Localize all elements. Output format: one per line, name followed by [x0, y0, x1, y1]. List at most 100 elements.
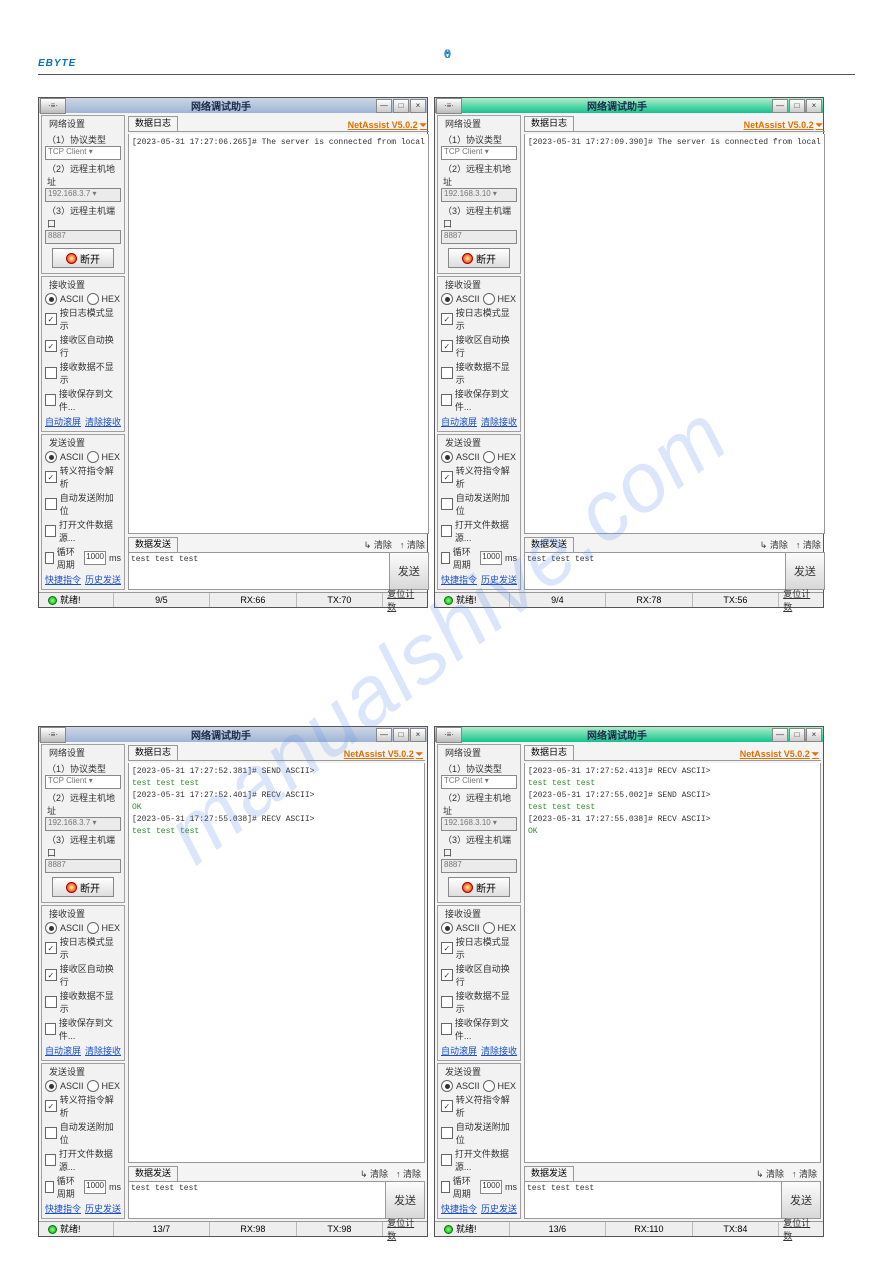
titlebar-menu-icon[interactable]: ·≡·	[436, 98, 462, 114]
version-link[interactable]: NetAssist V5.0.2⏷	[348, 120, 429, 131]
shortcut-link[interactable]: 快捷指令	[45, 573, 81, 586]
hex-radio[interactable]	[483, 922, 495, 934]
clear-send-button[interactable]: ↳ 清除	[356, 1167, 392, 1180]
recv-check[interactable]	[45, 394, 56, 406]
titlebar[interactable]: ·≡·网络调试助手—□×	[39, 98, 427, 113]
clear-recv-link[interactable]: 清除接收	[85, 1044, 121, 1057]
host-input[interactable]: 192.168.3.7 ▾	[45, 188, 121, 202]
ascii-radio[interactable]	[45, 293, 57, 305]
data-log-tab[interactable]: 数据日志	[128, 116, 178, 131]
loop-check[interactable]	[441, 1181, 450, 1193]
version-link[interactable]: NetAssist V5.0.2⏷	[744, 120, 825, 131]
log-area[interactable]: [2023-05-31 17:27:06.265]# The server is…	[128, 134, 429, 534]
loop-interval-input[interactable]: 1000	[480, 551, 502, 565]
loop-check[interactable]	[441, 552, 450, 564]
reset-count-link[interactable]: 复位计数	[383, 1216, 427, 1242]
recv-check[interactable]	[441, 1023, 452, 1035]
titlebar[interactable]: ·≡·网络调试助手—□×	[435, 98, 823, 113]
loop-check[interactable]	[45, 552, 54, 564]
recv-check[interactable]: ✓	[441, 340, 453, 352]
maximize-button[interactable]: □	[789, 99, 805, 113]
data-send-tab[interactable]: 数据发送	[128, 1166, 178, 1181]
log-area[interactable]: [2023-05-31 17:27:09.390]# The server is…	[524, 134, 825, 534]
maximize-button[interactable]: □	[393, 99, 409, 113]
maximize-button[interactable]: □	[789, 728, 805, 742]
disconnect-button[interactable]: 断开	[448, 248, 510, 268]
send-button[interactable]: 发送	[785, 553, 824, 589]
send-check[interactable]: ✓	[45, 1100, 57, 1112]
port-input[interactable]: 8887	[45, 230, 121, 244]
data-send-tab[interactable]: 数据发送	[524, 537, 574, 552]
shortcut-link[interactable]: 快捷指令	[45, 1202, 81, 1215]
maximize-button[interactable]: □	[393, 728, 409, 742]
titlebar-menu-icon[interactable]: ·≡·	[40, 98, 66, 114]
shortcut-link[interactable]: 快捷指令	[441, 1202, 477, 1215]
send-textarea[interactable]: test test test	[525, 1182, 781, 1218]
ascii-radio[interactable]	[45, 451, 57, 463]
send-check[interactable]	[45, 1154, 56, 1166]
recv-check[interactable]	[441, 367, 453, 379]
loop-interval-input[interactable]: 1000	[84, 551, 106, 565]
loop-check[interactable]	[45, 1181, 54, 1193]
log-area[interactable]: [2023-05-31 17:27:52.381]# SEND ASCII>te…	[128, 763, 425, 1163]
hex-radio[interactable]	[483, 451, 495, 463]
port-input[interactable]: 8887	[441, 859, 517, 873]
protocol-select[interactable]: TCP Client ▾	[45, 146, 121, 160]
send-check[interactable]	[441, 1154, 452, 1166]
send-button[interactable]: 发送	[385, 1182, 424, 1218]
close-button[interactable]: ×	[410, 99, 426, 113]
clear-send-button-2[interactable]: ↑ 清除	[396, 538, 429, 551]
data-log-tab[interactable]: 数据日志	[524, 745, 574, 760]
hex-radio[interactable]	[87, 451, 99, 463]
host-input[interactable]: 192.168.3.10 ▾	[441, 817, 517, 831]
clear-send-button[interactable]: ↳ 清除	[360, 538, 396, 551]
clear-recv-link[interactable]: 清除接收	[481, 415, 517, 428]
send-check[interactable]	[441, 1127, 453, 1139]
recv-check[interactable]: ✓	[441, 969, 453, 981]
loop-interval-input[interactable]: 1000	[84, 1180, 106, 1194]
recv-check[interactable]: ✓	[441, 942, 453, 954]
close-button[interactable]: ×	[806, 728, 822, 742]
autoscroll-link[interactable]: 自动滚屏	[45, 1044, 81, 1057]
recv-check[interactable]	[45, 367, 57, 379]
data-send-tab[interactable]: 数据发送	[524, 1166, 574, 1181]
clear-send-button-2[interactable]: ↑ 清除	[792, 538, 825, 551]
history-link[interactable]: 历史发送	[481, 573, 517, 586]
send-check[interactable]: ✓	[441, 471, 453, 483]
recv-check[interactable]: ✓	[45, 340, 57, 352]
clear-send-button[interactable]: ↳ 清除	[756, 538, 792, 551]
send-check[interactable]	[441, 498, 453, 510]
send-button[interactable]: 发送	[781, 1182, 820, 1218]
protocol-select[interactable]: TCP Client ▾	[441, 146, 517, 160]
data-send-tab[interactable]: 数据发送	[128, 537, 178, 552]
send-textarea[interactable]: test test test	[129, 1182, 385, 1218]
reset-count-link[interactable]: 复位计数	[779, 1216, 823, 1242]
ascii-radio[interactable]	[45, 922, 57, 934]
disconnect-button[interactable]: 断开	[52, 248, 114, 268]
ascii-radio[interactable]	[441, 1080, 453, 1092]
autoscroll-link[interactable]: 自动滚屏	[45, 415, 81, 428]
protocol-select[interactable]: TCP Client ▾	[45, 775, 121, 789]
history-link[interactable]: 历史发送	[481, 1202, 517, 1215]
clear-recv-link[interactable]: 清除接收	[481, 1044, 517, 1057]
ascii-radio[interactable]	[45, 1080, 57, 1092]
hex-radio[interactable]	[483, 293, 495, 305]
hex-radio[interactable]	[483, 1080, 495, 1092]
host-input[interactable]: 192.168.3.7 ▾	[45, 817, 121, 831]
data-log-tab[interactable]: 数据日志	[128, 745, 178, 760]
titlebar-menu-icon[interactable]: ·≡·	[436, 727, 462, 743]
minimize-button[interactable]: —	[376, 99, 392, 113]
titlebar[interactable]: ·≡·网络调试助手—□×	[435, 727, 823, 742]
clear-send-button-2[interactable]: ↑ 清除	[788, 1167, 821, 1180]
loop-interval-input[interactable]: 1000	[480, 1180, 502, 1194]
send-textarea[interactable]: test test test	[525, 553, 785, 589]
send-check[interactable]	[45, 1127, 57, 1139]
reset-count-link[interactable]: 复位计数	[383, 587, 427, 613]
close-button[interactable]: ×	[410, 728, 426, 742]
reset-count-link[interactable]: 复位计数	[779, 587, 823, 613]
history-link[interactable]: 历史发送	[85, 573, 121, 586]
port-input[interactable]: 8887	[441, 230, 517, 244]
recv-check[interactable]	[441, 996, 453, 1008]
recv-check[interactable]: ✓	[45, 313, 57, 325]
log-area[interactable]: [2023-05-31 17:27:52.413]# RECV ASCII>te…	[524, 763, 821, 1163]
